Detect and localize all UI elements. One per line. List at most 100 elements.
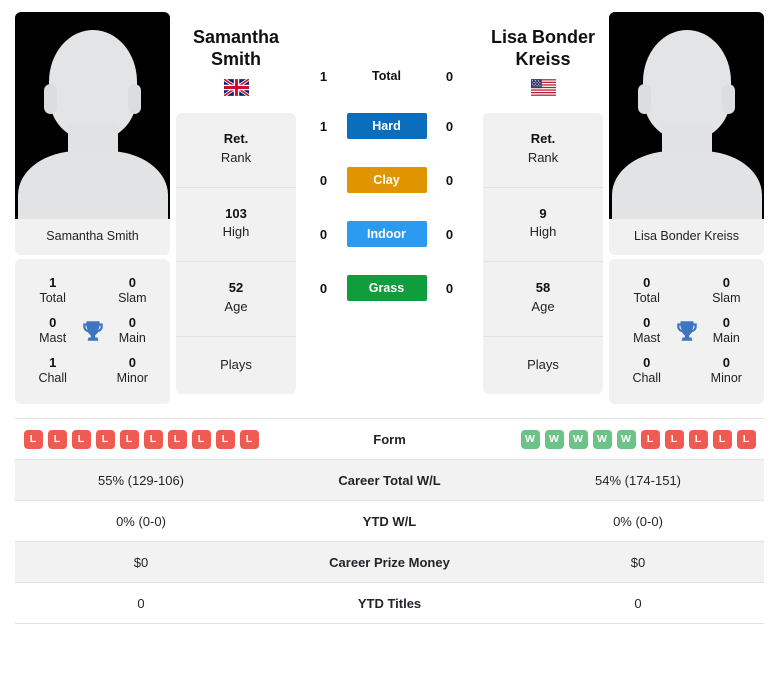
- left-info-plays: Plays: [220, 356, 252, 372]
- avatar-shoulders: [611, 151, 762, 219]
- right-player-titles-card: 0 Total 0 Slam 0 Mast 0 Main 0 Chall 0 M…: [609, 258, 764, 405]
- table-row: 55% (129-106) Career Total W/L 54% (174-…: [15, 460, 764, 502]
- table-row: 0 YTD Titles 0: [15, 583, 764, 625]
- form-badge-loss[interactable]: L: [191, 429, 211, 449]
- row-label-ytd-wl: YTD W/L: [362, 513, 417, 529]
- left-player-titles-card: 1 Total 0 Slam 0 Mast 0 Main 1 Chall 0 M…: [15, 258, 170, 405]
- form-badge-loss[interactable]: L: [736, 429, 756, 449]
- form-badge-win[interactable]: W: [544, 429, 564, 449]
- titles-row-bottom: 0 Chall 0 Minor: [615, 349, 758, 393]
- form-badge-loss[interactable]: L: [215, 429, 235, 449]
- right-info-plays: Plays: [527, 356, 559, 372]
- right-player-last-name: Kreiss: [515, 48, 571, 69]
- surface-right-value: 0: [445, 68, 454, 84]
- form-badge-loss[interactable]: L: [688, 429, 708, 449]
- left-titles-mast: 0 Mast: [39, 314, 67, 345]
- form-badge-loss[interactable]: L: [640, 429, 660, 449]
- right-player-photo: [609, 12, 764, 219]
- titles-row-top: 1 Total 0 Slam: [21, 269, 164, 313]
- titles-row-bottom: 1 Chall 0 Minor: [21, 349, 164, 393]
- form-badge-win[interactable]: W: [568, 429, 588, 449]
- left-titles-minor: 0 Minor: [116, 354, 148, 385]
- left-titles-chall: 1 Chall: [38, 354, 67, 385]
- compare-header: Samantha Smith 1 Total 0 Slam 0 Mast 0 M…: [0, 0, 779, 405]
- surface-row-hard: 1 Hard 0: [308, 113, 466, 139]
- left-player-column: Samantha Smith 1 Total 0 Slam 0 Mast 0 M…: [15, 12, 170, 405]
- left-player-photo-caption: Samantha Smith: [15, 219, 170, 255]
- right-ytd-titles: 0: [634, 595, 642, 611]
- form-badge-loss[interactable]: L: [664, 429, 684, 449]
- form-badge-loss[interactable]: L: [119, 429, 139, 449]
- form-badge-loss[interactable]: L: [71, 429, 91, 449]
- right-info-high: 9 High: [483, 188, 603, 263]
- right-titles-mast: 0 Mast: [633, 314, 661, 345]
- right-player-info-card: Ret. Rank 9 High 58 Age Plays: [483, 112, 603, 394]
- form-badge-loss[interactable]: L: [239, 429, 259, 449]
- left-form-cell: LLLLLLLLLL: [15, 422, 267, 457]
- titles-row-top: 0 Total 0 Slam: [615, 269, 758, 313]
- avatar-ear-right: [128, 84, 141, 114]
- form-badge-loss[interactable]: L: [23, 429, 43, 449]
- left-player-flag-wrap: [176, 71, 296, 113]
- form-badge-loss[interactable]: L: [712, 429, 732, 449]
- left-player-info-card: Ret. Rank 103 High 52 Age Plays: [176, 112, 296, 394]
- row-label-career-total-wl: Career Total W/L: [338, 472, 441, 488]
- surface-chip-clay[interactable]: Clay: [346, 167, 427, 193]
- surface-label-total: Total: [372, 69, 401, 83]
- right-player-photo-card[interactable]: Lisa Bonder Kreiss: [609, 12, 764, 255]
- avatar-ear-left: [638, 84, 651, 114]
- right-form-badges: WWWWWLLLLL: [516, 429, 760, 449]
- left-player-info-column: Samantha Smith Ret. Rank 103 High 52 Age…: [176, 12, 296, 394]
- trophy-icon: [76, 318, 108, 344]
- right-titles-main: 0 Main: [712, 314, 740, 345]
- left-info-rank: Ret. Rank: [176, 113, 296, 188]
- surface-titles-comparison: 1 Total 0 1 Hard 0 0 Clay 0 0 Indoor 0 0: [296, 12, 477, 301]
- row-label-career-prize-money: Career Prize Money: [329, 554, 450, 570]
- right-titles-slam: 0 Slam: [712, 274, 741, 305]
- right-titles-chall: 0 Chall: [632, 354, 661, 385]
- surface-left-value: 0: [319, 226, 328, 242]
- player-comparison-page: Samantha Smith 1 Total 0 Slam 0 Mast 0 M…: [0, 0, 779, 625]
- left-player-first-name: Samantha: [192, 27, 280, 47]
- left-player-photo: [15, 12, 170, 219]
- surface-chip-hard[interactable]: Hard: [346, 113, 427, 139]
- row-label-ytd-titles: YTD Titles: [357, 595, 422, 611]
- form-badge-win[interactable]: W: [592, 429, 612, 449]
- surface-row-clay: 0 Clay 0: [308, 167, 466, 193]
- avatar-ear-left: [44, 84, 57, 114]
- surface-right-value: 0: [445, 226, 454, 242]
- surface-right-value: 0: [445, 280, 454, 296]
- surface-row-indoor: 0 Indoor 0: [308, 221, 466, 247]
- left-player-photo-card[interactable]: Samantha Smith: [15, 12, 170, 255]
- right-career-prize-money: $0: [630, 554, 646, 570]
- surface-row-grass: 0 Grass 0: [308, 275, 466, 301]
- trophy-icon: [670, 318, 702, 344]
- right-player-first-name: Lisa Bonder: [490, 27, 596, 47]
- right-player-column: Lisa Bonder Kreiss 0 Total 0 Slam 0 Mast…: [609, 12, 764, 405]
- form-badge-win[interactable]: W: [616, 429, 636, 449]
- surface-chip-indoor[interactable]: Indoor: [346, 221, 427, 247]
- surface-left-value: 0: [319, 280, 328, 296]
- form-badge-win[interactable]: W: [520, 429, 540, 449]
- right-titles-total: 0 Total: [633, 274, 660, 305]
- right-player-photo-caption: Lisa Bonder Kreiss: [609, 219, 764, 255]
- right-ytd-wl: 0% (0-0): [613, 513, 663, 529]
- right-form-cell: WWWWWLLLLL: [512, 422, 764, 457]
- table-row: LLLLLLLLLL Form WWWWWLLLLL: [15, 419, 764, 461]
- form-badge-loss[interactable]: L: [47, 429, 67, 449]
- form-badge-loss[interactable]: L: [95, 429, 115, 449]
- form-badge-loss[interactable]: L: [143, 429, 163, 449]
- surface-chip-grass[interactable]: Grass: [346, 275, 427, 301]
- row-label-form: Form: [373, 431, 406, 447]
- avatar-shoulders: [17, 151, 168, 219]
- left-player-name: Samantha Smith: [176, 12, 296, 71]
- left-info-high: 103 High: [176, 188, 296, 263]
- right-player-name: Lisa Bonder Kreiss: [483, 12, 603, 71]
- surface-right-value: 0: [445, 118, 454, 134]
- right-career-total-wl: 54% (174-151): [595, 472, 681, 488]
- avatar-ear-right: [722, 84, 735, 114]
- us-flag-icon: [530, 79, 556, 97]
- form-badge-loss[interactable]: L: [167, 429, 187, 449]
- left-player-last-name: Smith: [210, 48, 261, 69]
- right-info-age: 58 Age: [483, 262, 603, 337]
